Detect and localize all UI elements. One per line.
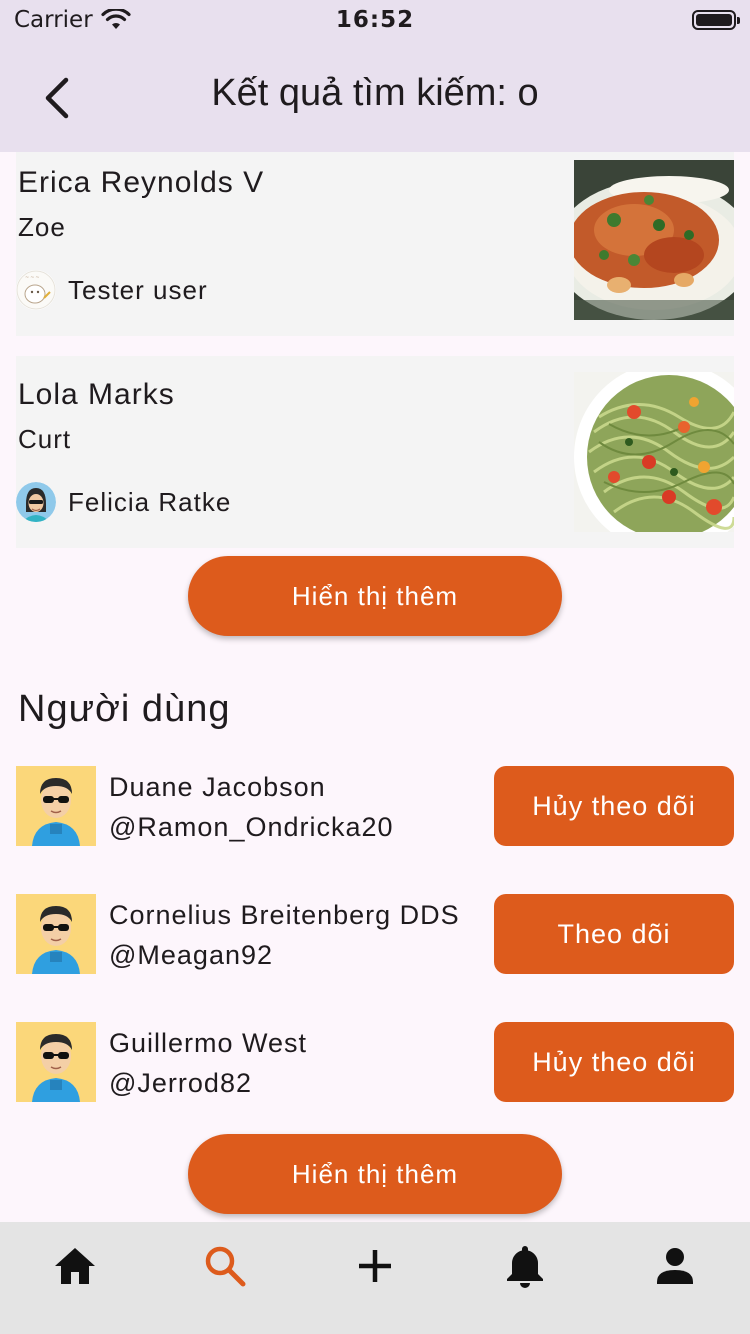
author-name: Felicia Ratke xyxy=(68,486,232,517)
nav-profile[interactable] xyxy=(600,1222,750,1334)
recipe-image xyxy=(574,372,734,532)
nav-search[interactable] xyxy=(150,1222,300,1334)
recipe-author[interactable]: Felicia Ratke xyxy=(16,482,231,522)
user-handle: @Jerrod82 xyxy=(109,1068,252,1098)
add-icon xyxy=(359,1250,391,1282)
show-more-recipes-button[interactable]: Hiển thị thêm xyxy=(188,556,562,636)
recipe-subtitle: Curt xyxy=(18,424,72,454)
nav-add[interactable] xyxy=(300,1222,450,1334)
battery-icon xyxy=(692,10,740,30)
user-handle: @Ramon_Ondricka20 xyxy=(109,812,394,842)
nav-home[interactable] xyxy=(0,1222,150,1334)
top-bar: Carrier 16:52 Kết quả tìm kiếm: o xyxy=(0,0,750,152)
recipe-subtitle: Zoe xyxy=(18,212,66,242)
user-row[interactable]: Duane Jacobson @Ramon_Ondricka20 Hủy the… xyxy=(16,766,734,846)
status-bar: Carrier 16:52 xyxy=(0,0,750,44)
svg-text:~~~: ~~~ xyxy=(25,275,41,281)
home-icon xyxy=(55,1248,95,1284)
recipe-author[interactable]: ~~~ Tester user xyxy=(16,270,208,310)
app-header: Kết quả tìm kiếm: o xyxy=(0,44,750,152)
recipe-card[interactable]: Lola Marks Curt Felicia Ratke xyxy=(16,356,734,548)
user-handle: @Meagan92 xyxy=(109,940,274,970)
recipe-name: Erica Reynolds V xyxy=(18,166,265,199)
status-time: 16:52 xyxy=(335,7,415,33)
unfollow-button[interactable]: Hủy theo dõi xyxy=(494,766,734,846)
user-avatar xyxy=(16,1022,96,1102)
recipe-name: Lola Marks xyxy=(18,378,175,411)
nav-notifications[interactable] xyxy=(450,1222,600,1334)
user-name: Cornelius Breitenberg DDS xyxy=(109,900,460,930)
page-title: Kết quả tìm kiếm: o xyxy=(211,72,539,114)
bell-icon xyxy=(507,1246,543,1288)
users-section-title: Người dùng xyxy=(18,688,231,730)
recipe-image xyxy=(574,160,734,320)
author-avatar xyxy=(16,482,56,522)
user-row[interactable]: Guillermo West @Jerrod82 Hủy theo dõi xyxy=(16,1022,734,1102)
author-avatar: ~~~ xyxy=(16,270,56,310)
user-name: Duane Jacobson xyxy=(109,772,326,802)
unfollow-button[interactable]: Hủy theo dõi xyxy=(494,1022,734,1102)
bottom-nav xyxy=(0,1222,750,1334)
recipe-card[interactable]: Erica Reynolds V Zoe ~~~ Tester user xyxy=(16,152,734,336)
author-name: Tester user xyxy=(68,274,208,305)
user-avatar xyxy=(16,766,96,846)
search-icon xyxy=(205,1246,246,1287)
show-more-users-button[interactable]: Hiển thị thêm xyxy=(188,1134,562,1214)
user-row[interactable]: Cornelius Breitenberg DDS @Meagan92 Theo… xyxy=(16,894,734,974)
user-name: Guillermo West xyxy=(109,1028,308,1058)
user-avatar xyxy=(16,894,96,974)
person-icon xyxy=(657,1248,693,1284)
follow-button[interactable]: Theo dõi xyxy=(494,894,734,974)
